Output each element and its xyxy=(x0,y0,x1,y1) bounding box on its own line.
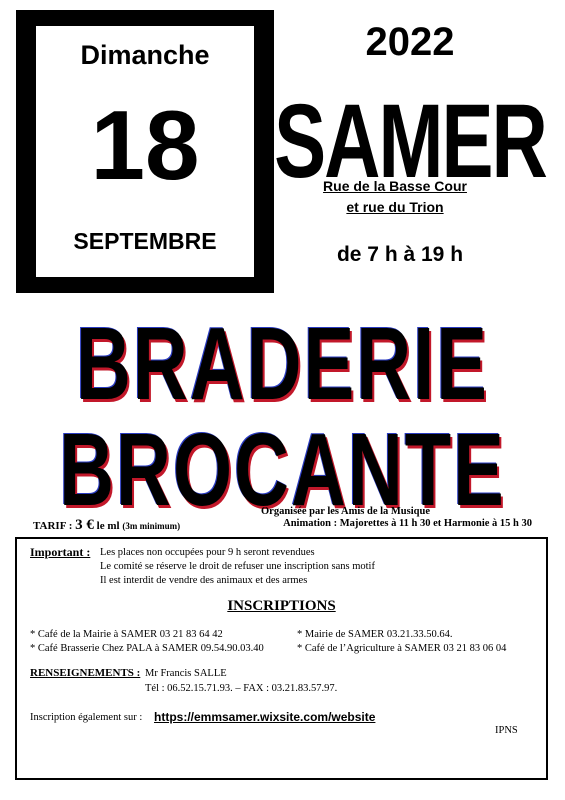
important-line-2: Le comité se réserve le droit de refuser… xyxy=(100,561,375,572)
year: 2022 xyxy=(365,20,455,64)
organizer: Organisée par les Amis de la Musique xyxy=(261,506,430,517)
renseignements-label: RENSEIGNEMENTS : xyxy=(30,667,141,679)
date-inner-panel: Dimanche 18 SEPTEMBRE xyxy=(26,16,264,287)
renseignements-phone: Tél : 06.52.15.71.93. – FAX : 03.21.83.5… xyxy=(145,683,338,694)
inscription-right-2: * Café de l’Agriculture à SAMER 03 21 83… xyxy=(297,643,507,654)
hours: de 7 h à 19 h xyxy=(336,243,464,266)
important-line-1: Les places non occupées pour 9 h seront … xyxy=(100,547,315,558)
inscription-left-1: * Café de la Mairie à SAMER 03 21 83 64 … xyxy=(30,629,223,640)
inscription-left-2: * Café Brasserie Chez PALA à SAMER 09.54… xyxy=(30,643,264,654)
renseignements-name: Mr Francis SALLE xyxy=(145,668,227,679)
inscription-right-1: * Mairie de SAMER 03.21.33.50.64. xyxy=(297,629,453,640)
important-label: Important : xyxy=(30,545,91,559)
web-label: Inscription également sur : xyxy=(30,712,143,723)
website-link[interactable]: https://emmsamer.wixsite.com/website xyxy=(154,710,375,724)
address-line-2: et rue du Trion xyxy=(346,199,444,215)
address-line-1: Rue de la Basse Cour xyxy=(323,178,467,194)
inscriptions-title: INSCRIPTIONS xyxy=(227,598,336,614)
date-number: 18 xyxy=(90,90,200,200)
animation: Animation : Majorettes à 11 h 30 et Harm… xyxy=(283,518,532,529)
date-month: SEPTEMBRE xyxy=(73,228,217,254)
important-line-3: Il est interdit de vendre des animaux et… xyxy=(100,575,308,586)
date-day: Dimanche xyxy=(80,40,210,70)
info-box: Important : Les places non occupées pour… xyxy=(15,537,548,780)
title-braderie: BRADERIE xyxy=(76,307,489,423)
footer-ipns: IPNS xyxy=(495,725,518,736)
date-box: Dimanche 18 SEPTEMBRE xyxy=(16,10,274,293)
